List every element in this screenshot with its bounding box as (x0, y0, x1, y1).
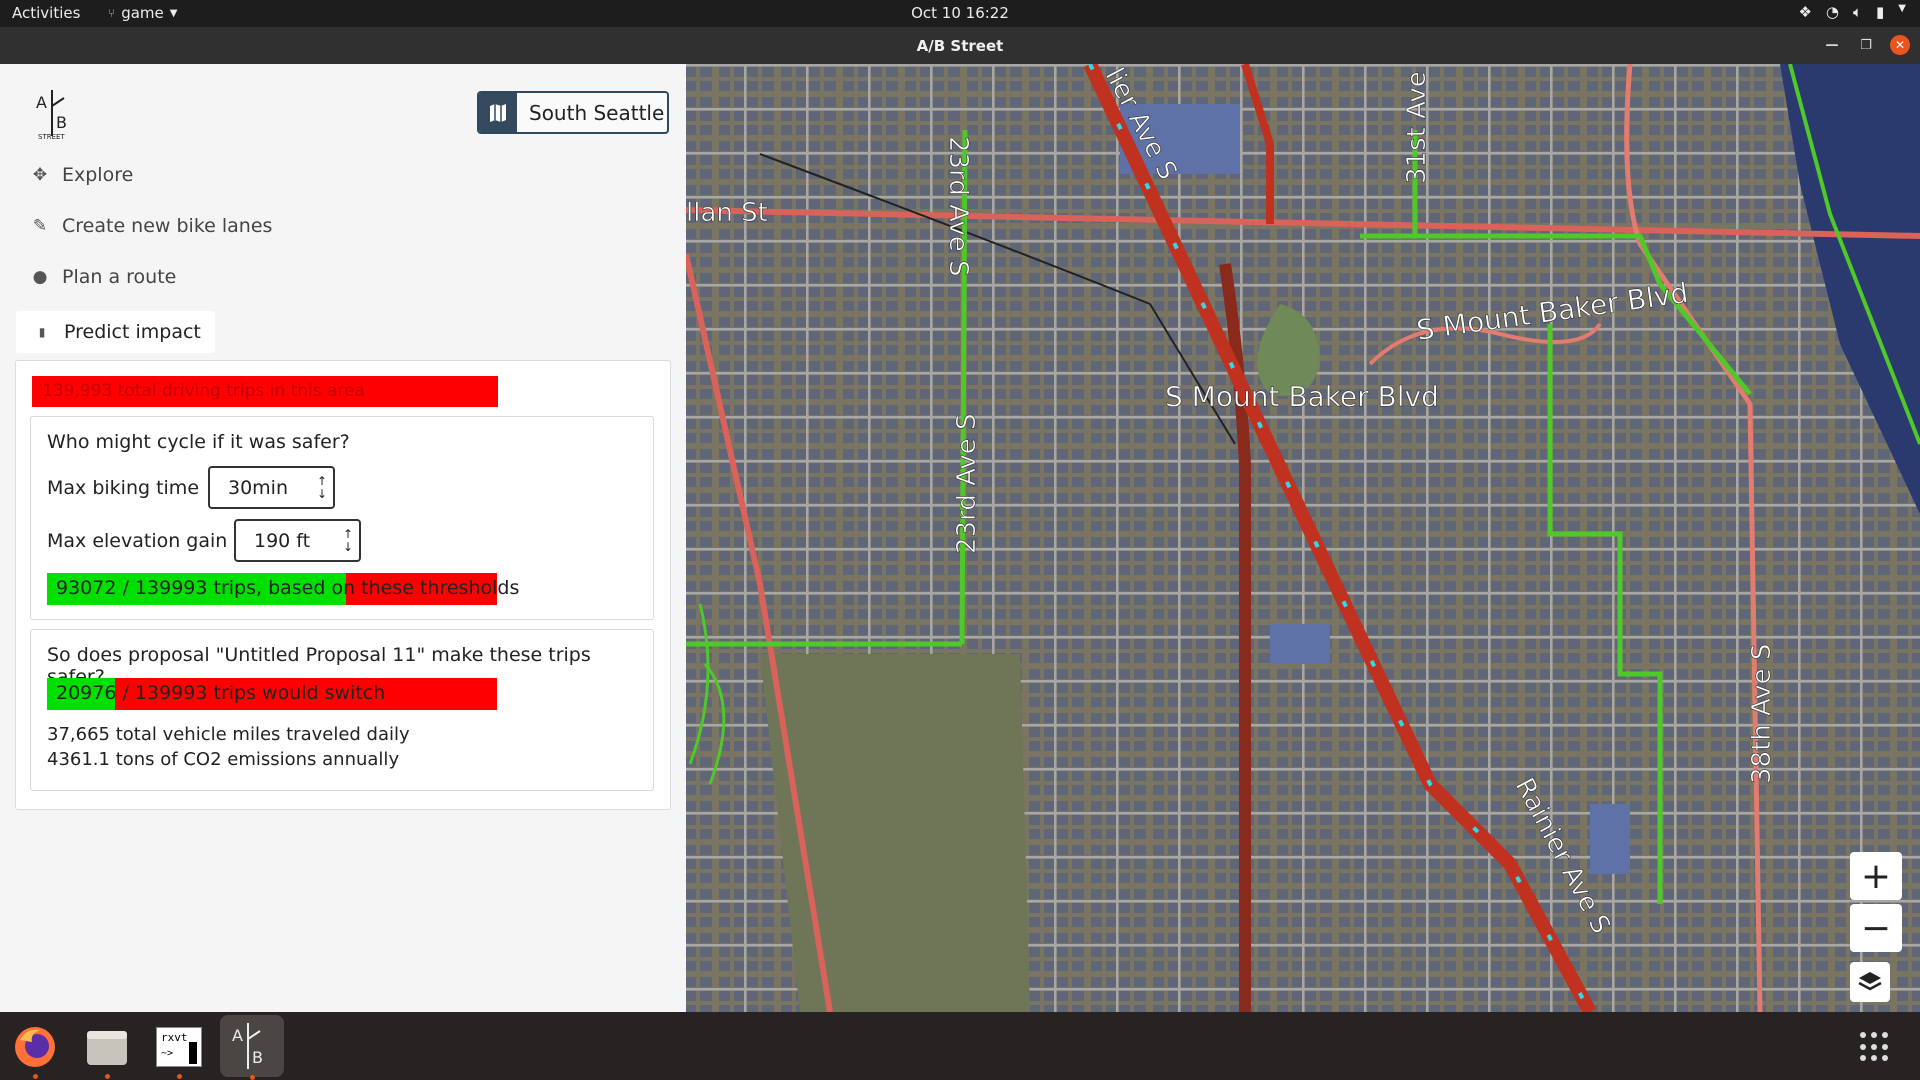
svg-text:B: B (56, 113, 67, 132)
activities-button[interactable]: Activities (12, 4, 80, 22)
firefox-launcher[interactable] (6, 1018, 64, 1079)
chevron-down-icon: ▼ (169, 7, 178, 19)
map-pin-icon: ● (32, 267, 48, 287)
battery-icon[interactable]: ▮ (1876, 3, 1884, 21)
rxvt-launcher[interactable]: rxvt ~> (150, 1018, 208, 1079)
running-indicator (249, 1075, 255, 1080)
street-label: llan St (686, 198, 768, 228)
nav-predict-impact[interactable]: ▮ Predict impact (16, 311, 215, 353)
vehicle-miles-stat: 37,665 total vehicle miles traveled dail… (47, 724, 410, 745)
show-apps-grid-icon[interactable] (1860, 1032, 1890, 1062)
power-menu-chevron-icon[interactable]: ▼ (1898, 3, 1906, 21)
layers-button[interactable] (1850, 962, 1890, 1002)
street-label: 23rd Ave S (952, 414, 982, 555)
building-block (1270, 624, 1330, 664)
building-block (1590, 804, 1630, 874)
nav-plan-route[interactable]: ● Plan a route (30, 266, 177, 288)
svg-text:B: B (252, 1048, 263, 1067)
region-name: South Seattle (529, 100, 665, 125)
app-menu[interactable]: ⑂ game ▼ (108, 4, 177, 22)
system-tray[interactable]: ❖ ◔ 🔈︎ ▮ ▼ (1798, 3, 1906, 21)
arrow-up-icon[interactable]: ↑ (343, 527, 353, 541)
nav-create-bike-lanes[interactable]: ✎ Create new bike lanes (30, 215, 273, 237)
max-elevation-label: Max elevation gain (47, 530, 228, 552)
zoom-out-button[interactable]: − (1850, 904, 1902, 952)
app-menu-label: game (121, 4, 164, 22)
max-biking-time-spinner[interactable]: 30min ↑ ↓ (208, 466, 335, 509)
arrow-down-icon[interactable]: ↓ (343, 540, 353, 554)
files-icon (87, 1031, 127, 1065)
move-arrows-icon: ✥ (32, 165, 48, 185)
rxvt-terminal-icon: rxvt ~> (156, 1027, 202, 1067)
rxvt-label: rxvt (161, 1031, 188, 1044)
max-elevation-spinner[interactable]: 190 ft ↑ ↓ (234, 519, 361, 562)
co2-stat: 4361.1 tons of CO2 emissions annually (47, 749, 400, 770)
wifi-icon[interactable]: ◔ (1826, 3, 1839, 21)
taskbar-dock: rxvt ~> A B (0, 1012, 1920, 1080)
arrow-up-icon[interactable]: ↑ (317, 474, 327, 488)
nav-explore-label: Explore (62, 164, 134, 186)
running-indicator (32, 1074, 38, 1079)
nav-predict-impact-label: Predict impact (64, 321, 201, 343)
street-label: S Mount Baker Blvd (1165, 380, 1439, 413)
street-label: 38th Ave S (1747, 644, 1777, 784)
system-top-bar: Activities ⑂ game ▼ Oct 10 16:22 ❖ ◔ 🔈︎ … (0, 0, 1920, 27)
arrow-down-icon[interactable]: ↓ (317, 487, 327, 501)
region-selector-button[interactable]: South Seattle (477, 91, 669, 134)
svg-text:A: A (36, 93, 47, 112)
thresholds-card: Who might cycle if it was safer? Max bik… (30, 416, 654, 620)
clock[interactable]: Oct 10 16:22 (911, 4, 1009, 22)
dropbox-icon[interactable]: ❖ (1798, 3, 1811, 21)
maximize-button[interactable]: ❐ (1856, 35, 1876, 55)
pencil-icon: ✎ (32, 216, 48, 236)
threshold-trips-text: 93072 / 139993 trips, based on these thr… (56, 577, 520, 599)
abstreet-logo[interactable]: A B STREET (34, 88, 78, 140)
running-indicator (176, 1074, 182, 1079)
max-biking-time-label: Max biking time (47, 477, 200, 499)
question-safer: Who might cycle if it was safer? (47, 431, 350, 453)
abstreet-icon: A B (232, 1023, 263, 1069)
switch-trips-bar: 20976 / 139993 trips would switch (47, 678, 497, 710)
abstreet-small-icon: ⑂ (108, 6, 116, 20)
firefox-icon (15, 1027, 55, 1067)
abstreet-launcher[interactable]: A B (220, 1015, 284, 1080)
max-biking-time-value: 30min (228, 476, 289, 499)
running-indicator (104, 1074, 110, 1079)
bar-chart-icon: ▮ (38, 325, 46, 339)
svg-text:A: A (232, 1026, 243, 1045)
zoom-in-button[interactable]: + (1850, 852, 1902, 900)
minimize-button[interactable]: — (1822, 35, 1842, 55)
left-panel: A B STREET South Seattle ✥ Explore ✎ Cre… (0, 64, 686, 1012)
window-titlebar: A/B Street — ❐ ✕ (0, 27, 1920, 64)
files-launcher[interactable] (78, 1018, 136, 1079)
total-trips-bar: 139,993 total driving trips in this area (32, 376, 498, 407)
nav-plan-route-label: Plan a route (62, 266, 177, 288)
svg-text:STREET: STREET (38, 133, 65, 140)
layers-icon (1858, 972, 1882, 991)
volume-icon[interactable]: 🔈︎ (1853, 3, 1862, 21)
max-elevation-value: 190 ft (254, 529, 311, 552)
app-area: llan St 23rd Ave S 23rd Ave S 31st Ave S… (0, 64, 1920, 1012)
street-label: 23rd Ave S (943, 136, 973, 277)
nav-create-bike-lanes-label: Create new bike lanes (62, 215, 273, 237)
close-button[interactable]: ✕ (1890, 35, 1910, 55)
window-title: A/B Street (916, 37, 1004, 55)
nav-explore[interactable]: ✥ Explore (30, 164, 133, 186)
proposal-card: So does proposal "Untitled Proposal 11" … (30, 629, 654, 791)
street-label: 31st Ave (1402, 71, 1432, 184)
predict-impact-panel: 139,993 total driving trips in this area… (15, 360, 671, 810)
map-icon (479, 93, 517, 132)
switch-trips-text: 20976 / 139993 trips would switch (56, 682, 386, 704)
threshold-trips-bar: 93072 / 139993 trips, based on these thr… (47, 573, 519, 605)
